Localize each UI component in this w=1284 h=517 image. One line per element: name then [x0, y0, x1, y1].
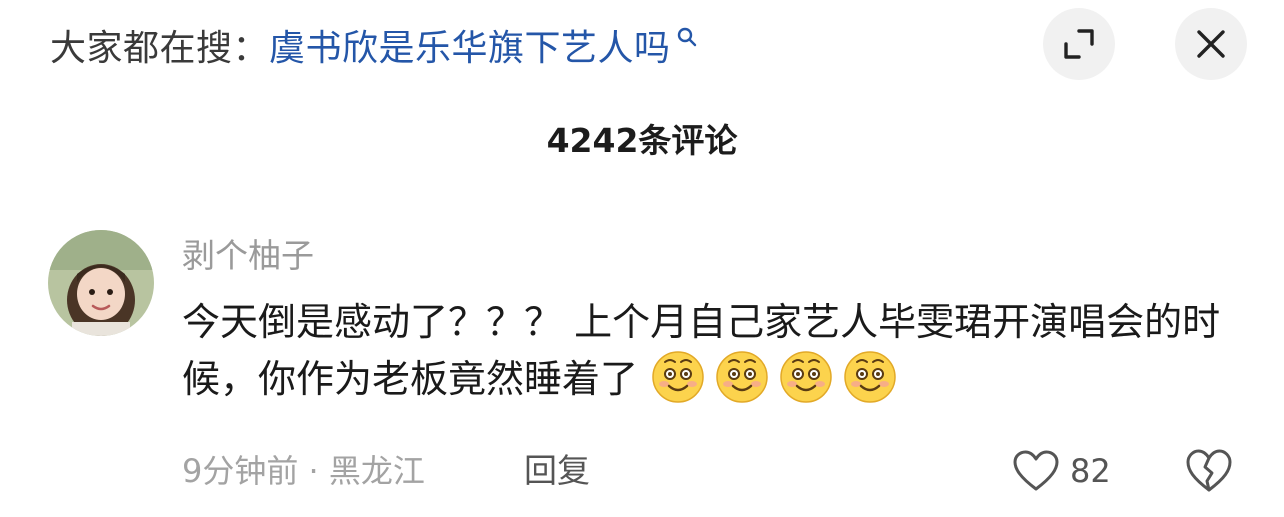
smiling-face-emoji-icon	[652, 351, 704, 403]
search-suggestion-prefix: 大家都在搜：	[50, 28, 270, 69]
comment-page: 大家都在搜： 虞书欣是乐华旗下艺人吗 4242条评论 剥个柚子 今天倒是感动了？…	[0, 0, 1284, 517]
reply-button[interactable]: 回复	[524, 447, 590, 495]
comment-count-title: 4242条评论	[546, 121, 738, 160]
comment-meta: 9分钟前 · 黑龙江	[182, 452, 425, 490]
smiling-face-emoji-icon	[844, 351, 896, 403]
smiling-face-emoji-icon	[716, 351, 768, 403]
comment-text: 今天倒是感动了？？？ 上个月自己家艺人毕雯珺开演唱会的时候，你作为老板竟然睡着了	[182, 296, 1222, 405]
avatar[interactable]	[48, 230, 154, 336]
search-icon	[677, 27, 696, 47]
comment-username[interactable]: 剥个柚子	[182, 234, 314, 278]
broken-heart-icon	[1186, 449, 1232, 492]
like-count: 82	[1070, 452, 1111, 490]
expand-button[interactable]	[1043, 8, 1115, 80]
expand-icon	[1064, 29, 1094, 59]
smiling-face-emoji-icon	[780, 351, 832, 403]
avatar-image	[48, 230, 154, 336]
dislike-button[interactable]	[1184, 446, 1234, 496]
search-suggestion-query[interactable]: 虞书欣是乐华旗下艺人吗	[269, 19, 671, 71]
close-icon	[1197, 30, 1225, 58]
heart-icon	[1013, 450, 1059, 491]
top-bar: 大家都在搜： 虞书欣是乐华旗下艺人吗	[0, 0, 1284, 90]
like-button[interactable]: 82	[1012, 447, 1111, 495]
close-button[interactable]	[1175, 8, 1247, 80]
search-suggestion[interactable]: 大家都在搜： 虞书欣是乐华旗下艺人吗	[50, 18, 699, 72]
